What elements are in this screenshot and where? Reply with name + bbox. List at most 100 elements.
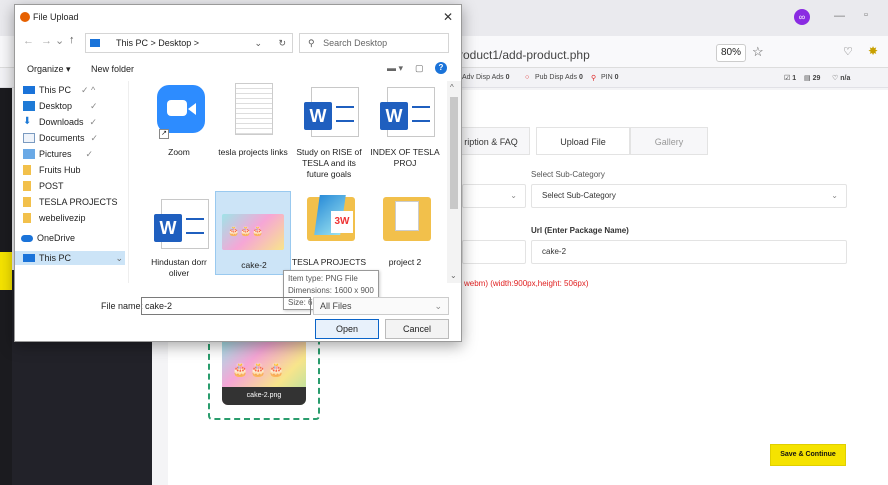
folder-icon [23,165,31,175]
recent-chevron-icon[interactable]: ⌄ [55,34,64,47]
file-study-on-rise-of-tesla[interactable]: W Study on RISE of TESLA and its future … [291,81,367,179]
tree-item-this-pc[interactable]: This PC ✓ ^ [19,83,127,97]
tree-label: OneDrive [37,233,76,243]
tree-label: TESLA PROJECTS [39,197,118,207]
file-type-select[interactable]: All Files ⌄ [313,297,449,315]
pin-icon: ✓ [90,133,99,143]
pocket-icon[interactable]: ♡ [843,45,853,58]
tab-gallery[interactable]: Gallery [630,127,708,155]
organize-menu[interactable]: Organize ▾ [27,64,71,75]
category-select[interactable]: ⌄ [462,184,526,208]
file-name-input[interactable]: cake-2 [141,297,311,315]
word-document-icon: W [380,87,435,137]
shortcut-arrow-icon: ↗ [159,129,169,139]
cancel-button[interactable]: Cancel [385,319,449,339]
restore-icon[interactable]: ▫ [864,9,868,21]
tree-label: This PC [39,253,72,263]
search-input[interactable]: ⚲ Search Desktop [299,33,449,53]
file-tesla-projects-links[interactable]: tesla projects links [215,81,291,171]
extension-icon[interactable]: ∞ [794,9,810,25]
breadcrumb-text: This PC > Desktop > [116,38,200,48]
zoom-level[interactable]: 80% [716,44,746,62]
pc-icon [23,254,35,262]
help-icon[interactable]: ? [435,62,447,74]
file-cake-2-selected[interactable]: 🎂🎂🎂 cake-2 [215,191,291,275]
file-index-of-tesla-proj[interactable]: W INDEX OF TESLA PROJ [367,81,443,171]
download-icon: ⬇ [23,116,32,127]
subcategory-label: Select Sub-Category [531,170,605,179]
pc-icon [90,39,100,47]
forward-icon[interactable]: → [41,35,52,47]
file-label: project 2 [388,257,422,267]
url-text[interactable]: roduct1/add-product.php [459,48,590,62]
up-icon[interactable]: ↑ [69,34,75,46]
rank-na: ♡ n/a [832,75,851,82]
file-hindustan-dorr-oliver[interactable]: W Hindustan dorr oliver [141,191,217,283]
file-label: Hindustan dorr oliver [151,257,207,278]
tree-item-downloads[interactable]: ⬇ Downloads ✓ [19,115,127,129]
tree-item-tesla-projects[interactable]: TESLA PROJECTS [19,195,127,209]
thumbnail-caption: cake-2.png [222,387,306,405]
chevron-down-icon: ⌄ [510,191,517,200]
file-grid-scrollbar[interactable]: ^ ⌄ [447,81,461,283]
close-icon[interactable]: ✕ [443,10,453,24]
tab-description-faq[interactable]: ription & FAQ [452,127,530,155]
folder-icon [383,197,431,241]
file-zoom[interactable]: ↗ Zoom [141,81,217,171]
search-icon: ⚲ [308,38,315,48]
documents-icon [23,133,35,143]
folder-icon [23,197,31,207]
search-placeholder: Search Desktop [323,38,388,48]
open-button[interactable]: Open [315,319,379,339]
image-thumbnail-icon: 🎂🎂🎂 [222,214,284,250]
scroll-down-icon[interactable]: ⌄ [450,271,457,280]
save-continue-button[interactable]: Save & Continue [770,444,846,466]
minimize-icon[interactable]: — [834,10,845,22]
new-folder-button[interactable]: New folder [91,64,134,74]
dialog-nav-row: ← → ⌄ ↑ This PC > Desktop > ⌄ ↻ ⚲ Search… [15,30,461,56]
image-hint: webm) (width:900px,height: 506px) [464,279,589,288]
tree-item-webelivezip[interactable]: webelivezip [19,211,127,225]
tree-item-desktop[interactable]: Desktop ✓ [19,99,127,113]
adv-disp-ads: Adv Disp Ads 0 [462,74,510,81]
name-input[interactable] [462,240,526,264]
bookmark-star-icon[interactable]: ☆ [752,44,764,60]
tree-item-pictures[interactable]: Pictures ✓ [19,147,127,161]
file-label: TESLA PROJECTS [291,257,367,267]
tree-label: Downloads [39,117,84,127]
preview-pane-icon[interactable]: ▢ [415,63,424,74]
tree-label: POST [39,181,64,191]
subcategory-select[interactable]: Select Sub-Category ⌄ [531,184,847,208]
tree-item-onedrive[interactable]: OneDrive [19,231,127,245]
tree-label: Fruits Hub [39,165,81,175]
tree-label: webelivezip [39,213,86,223]
scroll-down-icon[interactable]: ⌄ [115,251,123,265]
file-label: cake-2 [241,260,267,270]
zoom-app-icon [157,85,205,133]
cloud-icon [21,235,33,242]
subcategory-value: Select Sub-Category [542,191,616,200]
tree-item-post[interactable]: POST [19,179,127,193]
url-input[interactable]: cake-2 [531,240,847,264]
back-icon[interactable]: ← [23,35,34,47]
pin-icon: ✓ ^ [81,85,96,95]
scrollbar-thumb[interactable] [450,97,458,209]
pin-count: PIN 0 [601,74,619,81]
address-breadcrumb[interactable]: This PC > Desktop > ⌄ ↻ [85,33,293,53]
tooltip-type: Item type: PNG File [288,274,358,283]
refresh-icon[interactable]: ↻ [278,34,286,52]
extension-puzzle-icon[interactable]: ✸ [868,44,878,58]
tooltip-dimensions: Dimensions: 1600 x 900 [288,286,374,295]
dialog-toolbar: Organize ▾ New folder ▬ ▾ ▢ ? [15,59,461,81]
view-options-icon[interactable]: ▬ ▾ [387,63,403,74]
tree-item-documents[interactable]: Documents ✓ [19,131,127,145]
text-document-icon [235,83,273,135]
chevron-down-icon[interactable]: ⌄ [254,34,262,52]
dialog-title: File Upload [33,12,79,22]
tree-item-fruits-hub[interactable]: Fruits Hub [19,163,127,177]
tab-upload-file[interactable]: Upload File [536,127,630,155]
tree-item-this-pc-selected[interactable]: This PC ⌄ [15,251,125,265]
uploaded-image-thumbnail: 🎂🎂🎂 cake-2.png [222,340,306,405]
scroll-up-icon[interactable]: ^ [450,83,454,92]
word-document-icon: W [154,199,209,249]
